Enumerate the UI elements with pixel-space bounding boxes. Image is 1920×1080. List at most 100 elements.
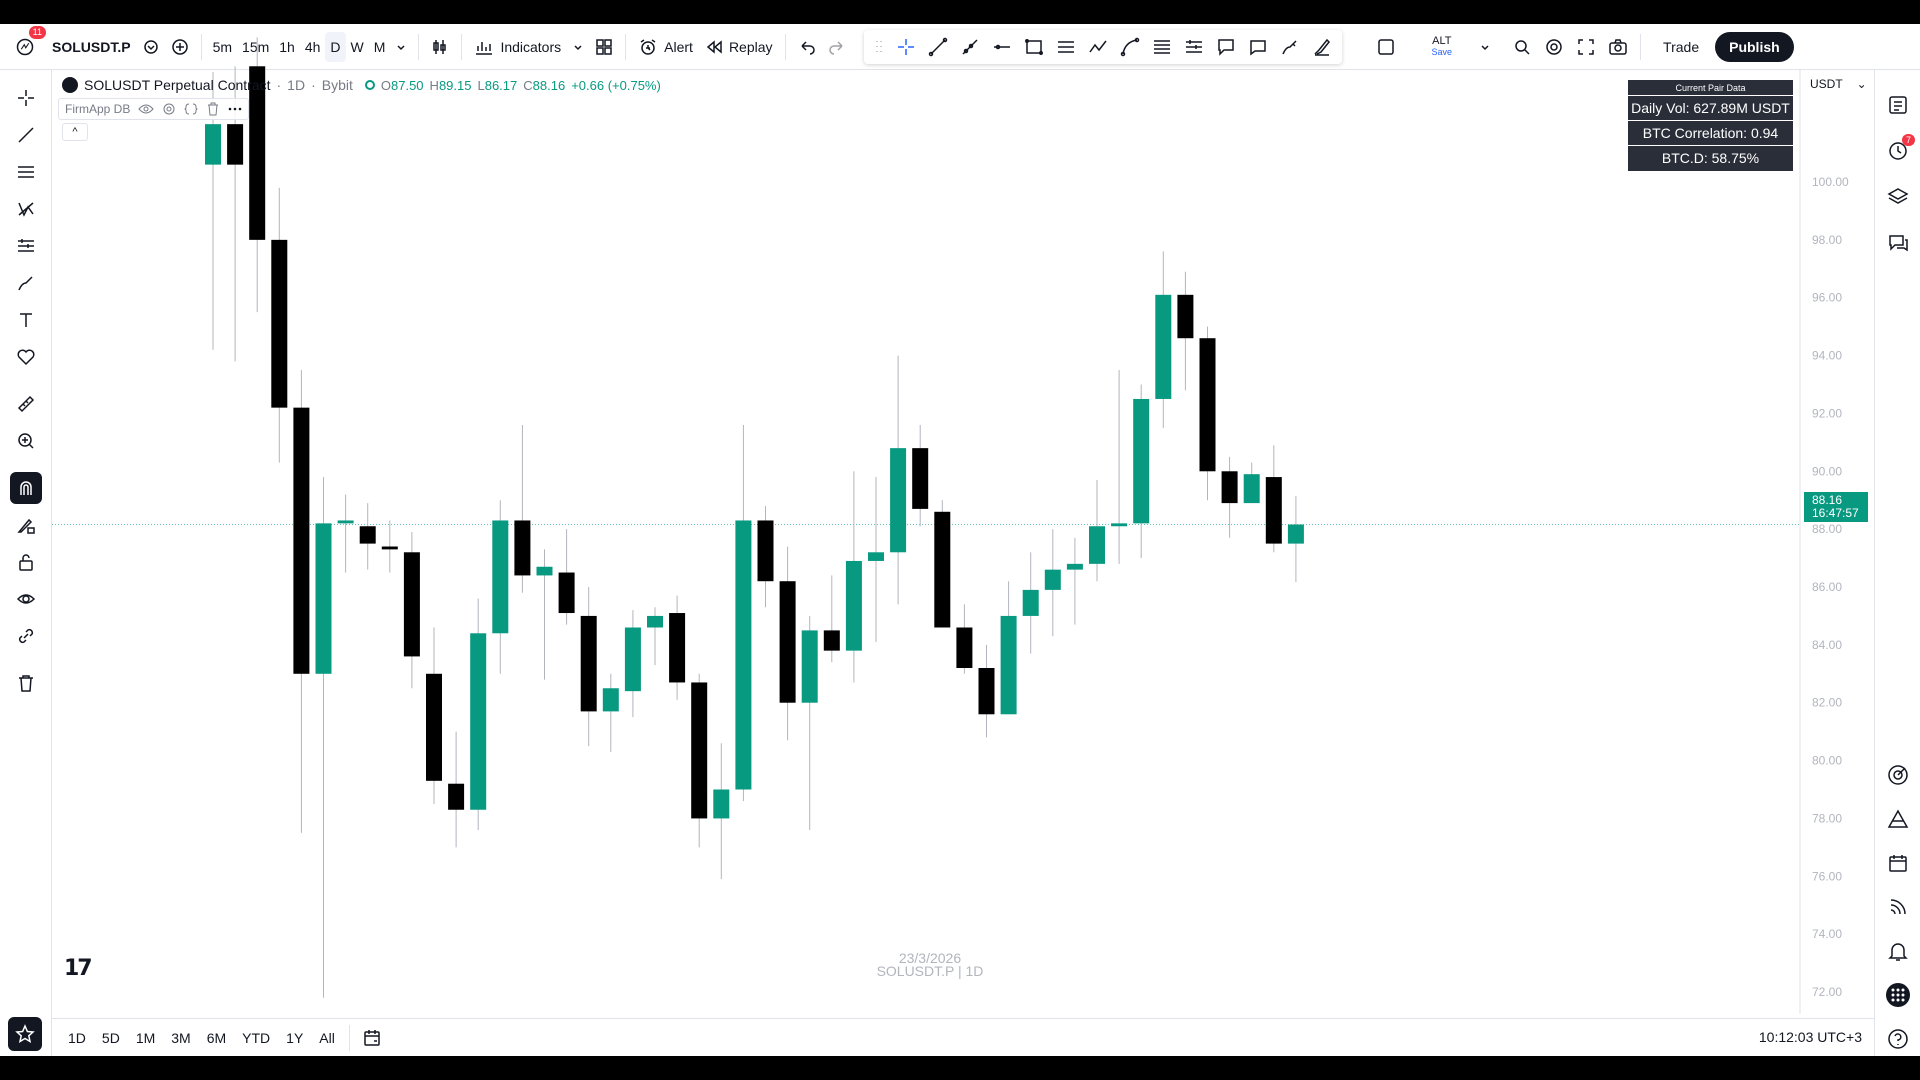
pair-data-header: Current Pair Data bbox=[1628, 80, 1793, 96]
heart-icon[interactable] bbox=[10, 341, 42, 373]
low-key: L bbox=[477, 77, 485, 93]
chat-icon[interactable] bbox=[1883, 228, 1913, 258]
candle-body bbox=[426, 673, 442, 781]
link-icon[interactable] bbox=[10, 620, 42, 652]
candle-body bbox=[359, 526, 376, 544]
close-value: 88.16 bbox=[532, 77, 566, 93]
zoom-in-icon[interactable] bbox=[10, 425, 42, 457]
close-key: C bbox=[523, 77, 533, 93]
candle-body bbox=[293, 407, 310, 674]
bar-countdown: 16:47:57 bbox=[1812, 506, 1859, 520]
ideas-icon[interactable] bbox=[1883, 804, 1913, 834]
btc-correlation: BTC Correlation: 0.94 bbox=[1628, 121, 1793, 146]
candle-body bbox=[315, 523, 332, 674]
range-ytd-button[interactable]: YTD bbox=[234, 1030, 278, 1046]
legend-dot: · bbox=[276, 77, 282, 93]
candle-body bbox=[669, 613, 686, 683]
calendar-icon[interactable] bbox=[1883, 848, 1913, 878]
price-chart[interactable]: 72.00 74.00 76.00 78.00 80.00 82.00 84.00 86.00… bbox=[0, 24, 1920, 1056]
candle-body bbox=[558, 572, 575, 614]
price-tick-label: 76.00 bbox=[1812, 869, 1842, 883]
candle-body bbox=[580, 615, 597, 712]
currency-selector[interactable]: USDT ⌄ bbox=[1810, 77, 1867, 91]
candle-body bbox=[713, 789, 730, 819]
price-tick-label: 80.00 bbox=[1812, 754, 1842, 768]
range-6m-button[interactable]: 6M bbox=[199, 1030, 234, 1046]
eye-icon[interactable] bbox=[10, 583, 42, 615]
apps-grid-icon[interactable] bbox=[1883, 980, 1913, 1010]
trash-icon[interactable] bbox=[10, 667, 42, 699]
candle-body bbox=[1177, 294, 1194, 339]
news-feed-icon[interactable] bbox=[1883, 892, 1913, 922]
candle-body bbox=[1089, 526, 1105, 564]
layers-icon[interactable] bbox=[1883, 182, 1913, 212]
candle-body bbox=[779, 581, 796, 703]
timezone-clock[interactable]: 10:12:03 UTC+3 bbox=[1759, 1029, 1862, 1045]
legend-title: SOLUSDT Perpetual Contract bbox=[84, 77, 271, 93]
notifications-bell-icon[interactable] bbox=[1883, 936, 1913, 966]
tradingview-logo-icon[interactable]: 17 bbox=[64, 956, 93, 981]
candle-body bbox=[801, 630, 818, 703]
price-tick-label: 84.00 bbox=[1812, 638, 1842, 652]
text-icon[interactable] bbox=[10, 304, 42, 336]
candle-body bbox=[337, 520, 354, 524]
candle-body bbox=[381, 546, 398, 550]
candle-body bbox=[934, 511, 951, 628]
price-tick-label: 74.00 bbox=[1812, 927, 1842, 941]
more-options-icon[interactable] bbox=[228, 106, 242, 112]
range-all-button[interactable]: All bbox=[311, 1030, 343, 1046]
indicator-name: FirmApp DB bbox=[65, 102, 131, 116]
range-1m-button[interactable]: 1M bbox=[128, 1030, 163, 1046]
candle-body bbox=[823, 630, 840, 651]
price-tick-label: 98.00 bbox=[1812, 233, 1842, 247]
goto-date-calendar-icon[interactable] bbox=[356, 1023, 388, 1053]
watchlist-icon[interactable] bbox=[1883, 90, 1913, 120]
collapse-legend-chevron-up-icon[interactable]: ^ bbox=[62, 123, 88, 141]
help-icon[interactable] bbox=[1883, 1024, 1913, 1054]
price-tick-label: 82.00 bbox=[1812, 696, 1842, 710]
legend-interval: 1D bbox=[287, 77, 306, 93]
range-3m-button[interactable]: 3M bbox=[163, 1030, 198, 1046]
right-sidebar: 7 bbox=[1874, 70, 1920, 1056]
lock-icon[interactable] bbox=[10, 546, 42, 578]
ruler-icon[interactable] bbox=[10, 388, 42, 420]
candle-body bbox=[845, 560, 862, 651]
candle-body bbox=[735, 520, 752, 790]
indicator-legend[interactable]: FirmApp DB bbox=[58, 98, 250, 120]
candle-body bbox=[868, 552, 884, 561]
eye-icon[interactable] bbox=[138, 103, 155, 115]
range-5d-button[interactable]: 5D bbox=[94, 1030, 128, 1046]
price-tick-label: 90.00 bbox=[1812, 464, 1842, 478]
fib-retracement-icon[interactable] bbox=[10, 156, 42, 188]
pair-data-table: Current Pair Data Daily Vol: 627.89M USD… bbox=[1627, 79, 1794, 172]
trend-line-icon[interactable] bbox=[10, 119, 42, 151]
legend-exchange: Bybit bbox=[321, 77, 353, 93]
magnet-icon[interactable] bbox=[10, 472, 42, 504]
brush-icon[interactable] bbox=[10, 267, 42, 299]
price-tick-label: 86.00 bbox=[1812, 580, 1842, 594]
chart-watermark: 23/3/2026 SOLUSDT.P | 1D bbox=[830, 951, 1030, 978]
target-icon[interactable] bbox=[1883, 760, 1913, 790]
alerts-badge: 7 bbox=[1901, 134, 1915, 146]
btc-dominance: BTC.D: 58.75% bbox=[1661, 150, 1760, 166]
settings-gear-icon[interactable] bbox=[162, 102, 176, 116]
divider bbox=[348, 1024, 350, 1051]
trash-icon[interactable] bbox=[206, 102, 220, 116]
forecast-icon[interactable] bbox=[10, 230, 42, 262]
pattern-icon[interactable] bbox=[10, 193, 42, 225]
lock-pencil-icon[interactable] bbox=[10, 509, 42, 541]
candle-body bbox=[647, 615, 663, 628]
alerts-clock-icon[interactable]: 7 bbox=[1883, 134, 1915, 166]
source-code-icon[interactable] bbox=[184, 102, 199, 116]
range-1y-button[interactable]: 1Y bbox=[278, 1030, 311, 1046]
candle-body bbox=[890, 448, 907, 553]
candle-body bbox=[1199, 338, 1216, 472]
range-1d-button[interactable]: 1D bbox=[60, 1030, 94, 1046]
favorites-star-icon[interactable] bbox=[8, 1017, 42, 1051]
crosshair-icon[interactable] bbox=[10, 82, 42, 114]
candle-body bbox=[448, 783, 465, 810]
candle-body bbox=[271, 239, 288, 408]
legend-dot: · bbox=[311, 77, 316, 93]
price-tick-label: 92.00 bbox=[1812, 406, 1842, 420]
price-tick-label: 72.00 bbox=[1812, 985, 1842, 999]
